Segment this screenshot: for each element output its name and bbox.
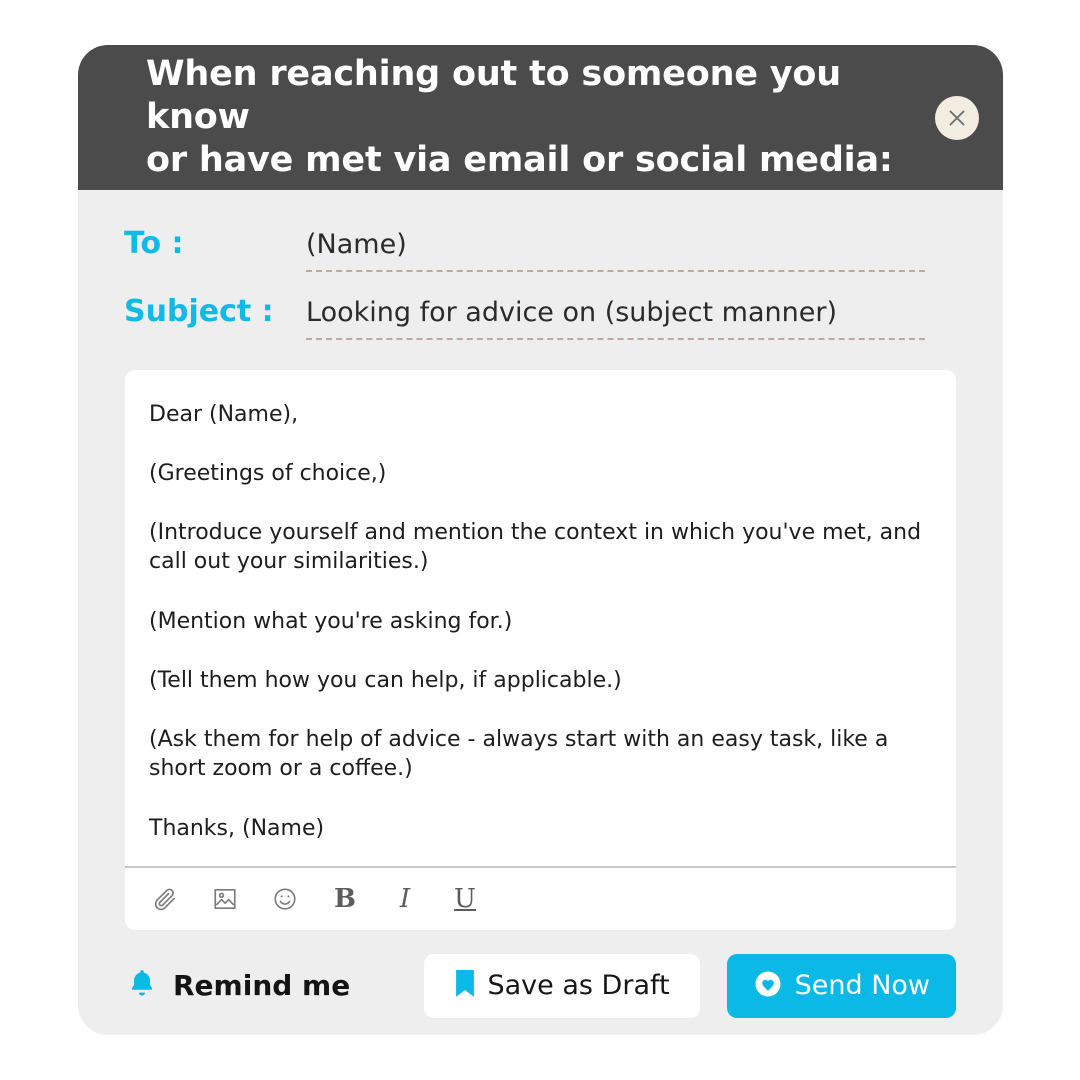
screenshot-root: When reaching out to someone you know or… bbox=[0, 0, 1080, 1080]
to-input[interactable]: (Name) bbox=[306, 228, 925, 272]
remind-me-button[interactable]: Remind me bbox=[125, 967, 350, 1005]
emoji-icon[interactable] bbox=[269, 883, 301, 915]
subject-label: Subject : bbox=[124, 293, 274, 329]
card-header: When reaching out to someone you know or… bbox=[78, 45, 1003, 190]
to-value: (Name) bbox=[306, 229, 407, 260]
bookmark-icon bbox=[454, 969, 476, 1002]
close-icon bbox=[947, 108, 967, 128]
page-title: When reaching out to someone you know or… bbox=[146, 54, 893, 180]
underline-label: U bbox=[454, 883, 476, 914]
recipient-fields: To : (Name) Subject : Looking for advice… bbox=[78, 190, 1003, 340]
underline-icon[interactable]: U bbox=[449, 883, 481, 915]
remind-me-label: Remind me bbox=[173, 969, 351, 1002]
formatting-toolbar: B I U bbox=[125, 865, 956, 930]
message-body[interactable]: Dear (Name), (Greetings of choice,) (Int… bbox=[125, 370, 956, 866]
message-paragraph: Dear (Name), bbox=[149, 401, 299, 427]
italic-icon[interactable]: I bbox=[389, 883, 421, 915]
message-paragraph: (Tell them how you can help, if applicab… bbox=[149, 667, 622, 693]
heart-circle-icon bbox=[753, 969, 783, 1003]
email-compose-card: When reaching out to someone you know or… bbox=[78, 45, 1003, 1035]
bell-icon bbox=[125, 967, 159, 1005]
attachment-icon[interactable] bbox=[149, 883, 181, 915]
bold-label: B bbox=[334, 883, 356, 914]
to-field-row: To : (Name) bbox=[124, 226, 925, 272]
message-paragraph: (Greetings of choice,) bbox=[149, 460, 387, 486]
message-paragraph: Thanks, (Name) bbox=[149, 815, 325, 841]
subject-input[interactable]: Looking for advice on (subject manner) bbox=[306, 296, 925, 340]
subject-value: Looking for advice on (subject manner) bbox=[306, 296, 837, 328]
italic-label: I bbox=[399, 883, 411, 914]
image-icon[interactable] bbox=[209, 883, 241, 915]
save-as-draft-label: Save as Draft bbox=[487, 970, 670, 1001]
subject-field-row: Subject : Looking for advice on (subject… bbox=[124, 294, 925, 340]
send-now-button[interactable]: Send Now bbox=[726, 953, 956, 1018]
close-button[interactable] bbox=[935, 95, 979, 140]
message-paragraph: (Introduce yourself and mention the cont… bbox=[149, 520, 922, 575]
send-now-label: Send Now bbox=[794, 970, 930, 1001]
message-paragraph: (Ask them for help of advice - always st… bbox=[149, 727, 889, 782]
message-paragraph: (Mention what you're asking for.) bbox=[149, 608, 513, 634]
bold-icon[interactable]: B bbox=[329, 883, 361, 915]
to-label: To : bbox=[124, 226, 184, 261]
message-editor: Dear (Name), (Greetings of choice,) (Int… bbox=[125, 369, 956, 930]
save-as-draft-button[interactable]: Save as Draft bbox=[423, 953, 700, 1018]
action-bar: Remind me Save as Draft Send Now bbox=[78, 930, 1003, 1018]
